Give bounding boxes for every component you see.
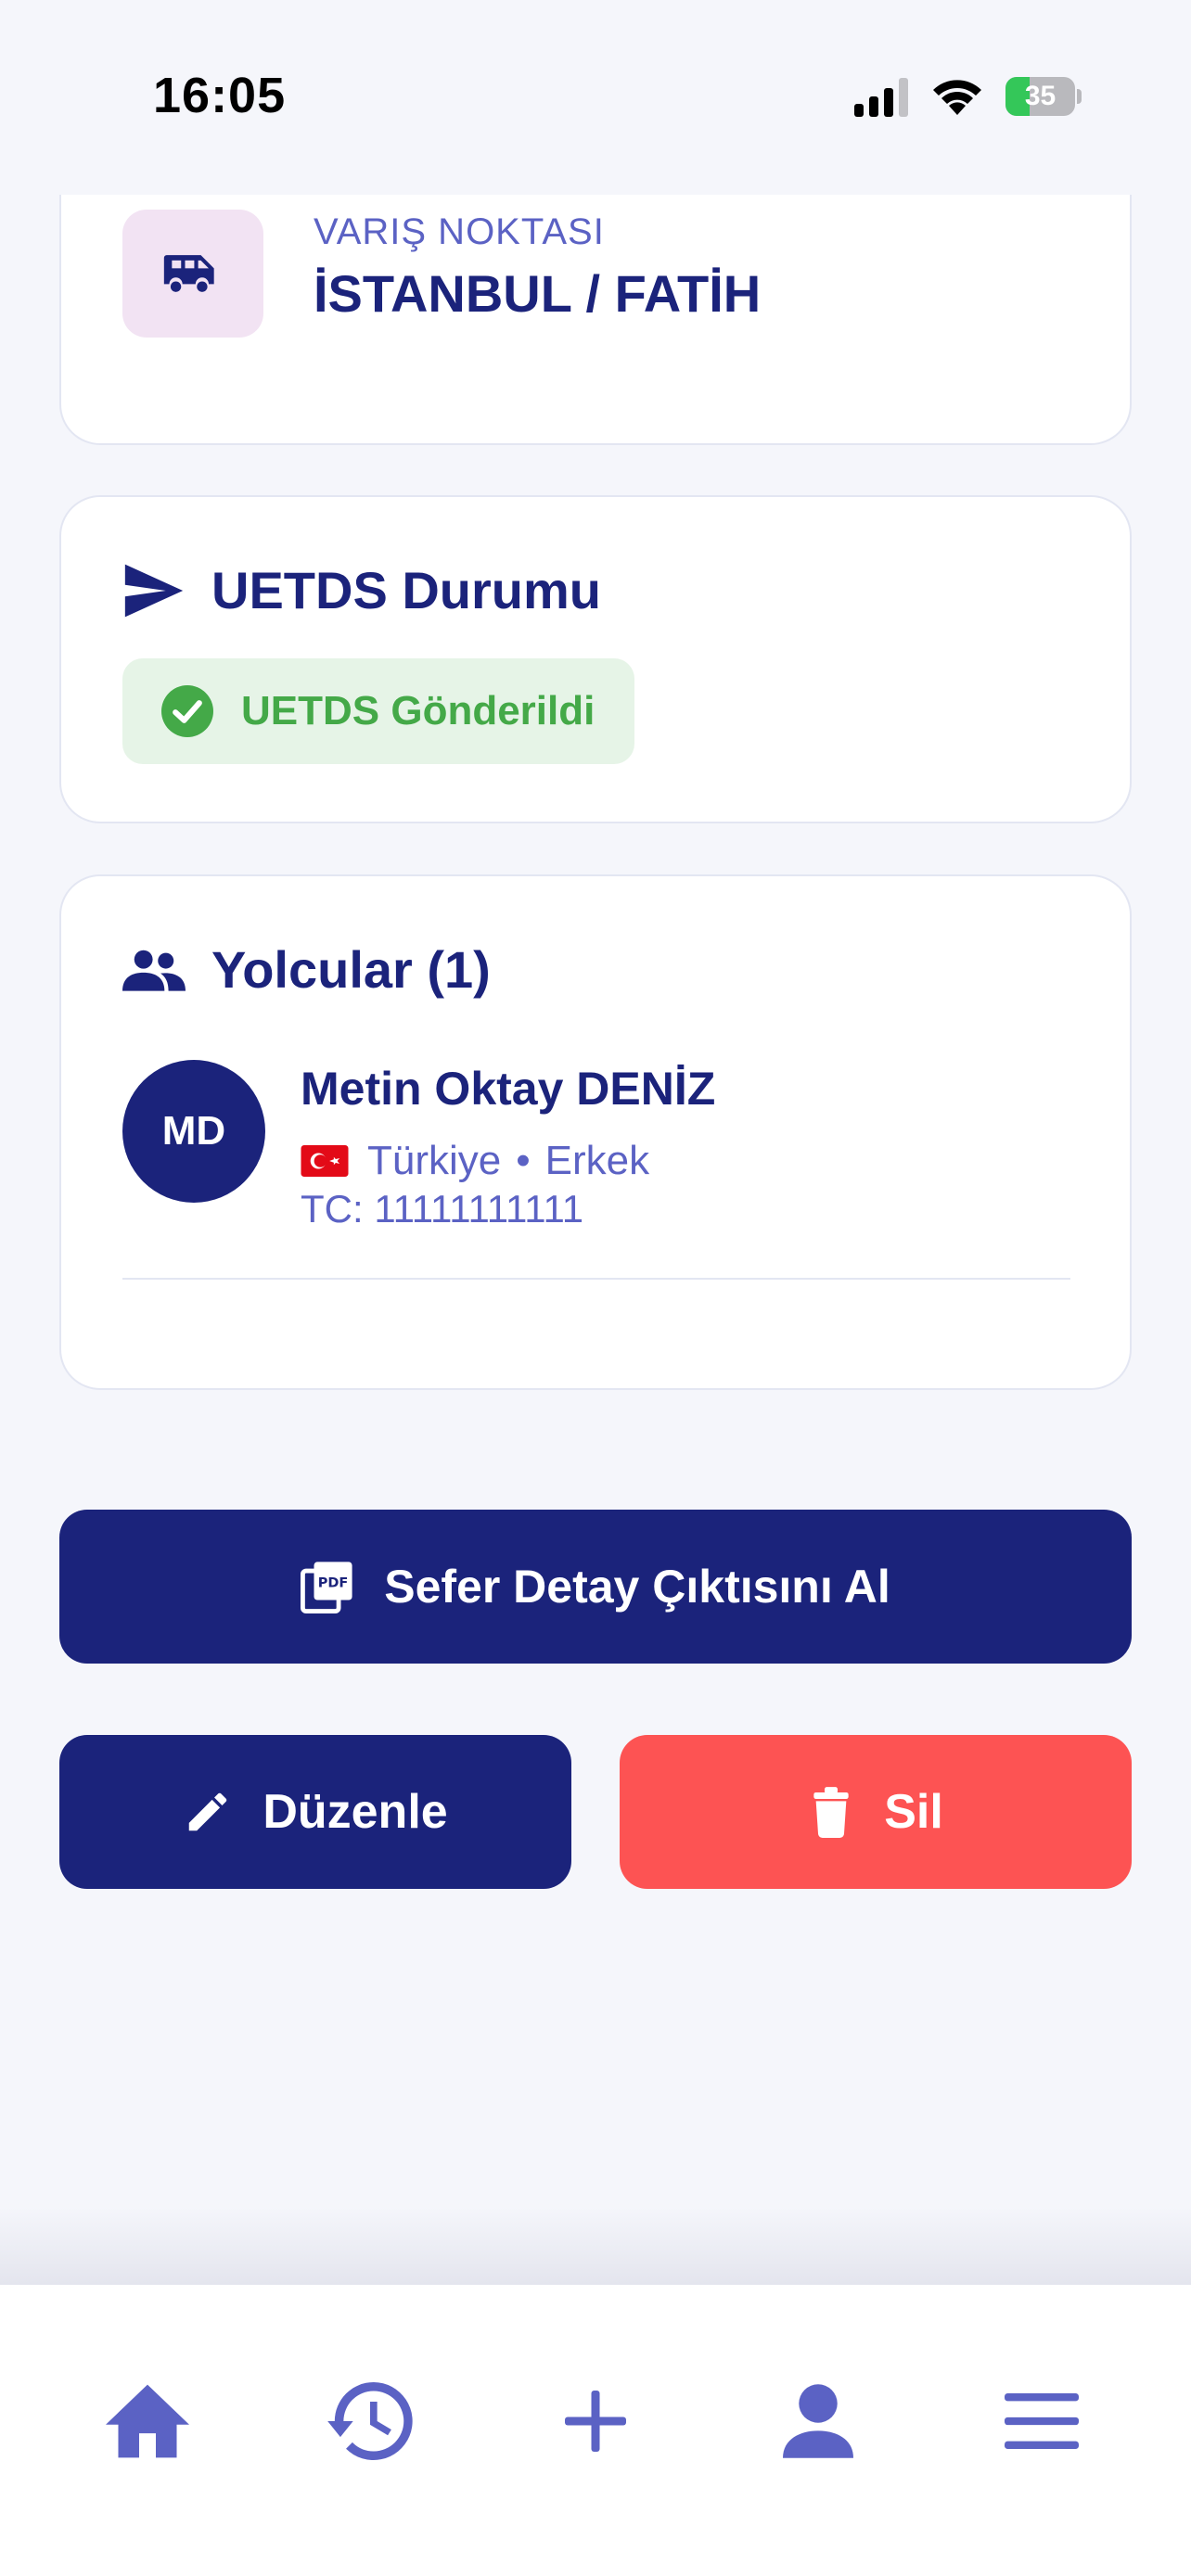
trash-icon <box>813 1787 849 1838</box>
nav-history[interactable] <box>319 2370 421 2472</box>
nav-add[interactable] <box>544 2370 647 2472</box>
uetds-card: UETDS Durumu UETDS Gönderildi <box>59 495 1132 823</box>
nav-shadow <box>0 2207 1191 2285</box>
edit-button[interactable]: Düzenle <box>59 1735 571 1889</box>
destination-value: İSTANBUL / FATİH <box>314 264 762 323</box>
nav-home[interactable] <box>96 2370 198 2472</box>
turkey-flag-icon <box>301 1145 349 1177</box>
pencil-icon <box>189 1792 227 1831</box>
battery-level: 35 <box>1024 81 1057 111</box>
avatar: MD <box>122 1060 265 1203</box>
svg-text:PDF: PDF <box>318 1576 349 1591</box>
status-time: 16:05 <box>153 68 287 123</box>
passenger-country: Türkiye <box>367 1138 502 1183</box>
status-bar: 16:05 35 <box>0 0 1191 195</box>
van-icon <box>163 255 214 292</box>
home-icon <box>106 2384 189 2458</box>
delete-button[interactable]: Sil <box>620 1735 1132 1889</box>
bottom-navigation <box>0 2285 1191 2576</box>
edit-label: Düzenle <box>263 1785 448 1839</box>
passengers-title-row: Yolcular (1) <box>122 939 491 1000</box>
check-circle-icon <box>161 685 213 737</box>
passengers-title: Yolcular (1) <box>211 940 491 999</box>
divider <box>122 1278 1070 1280</box>
profile-icon <box>783 2384 853 2458</box>
passenger-gender: Erkek <box>544 1138 650 1183</box>
passenger-name: Metin Oktay DENİZ <box>301 1063 716 1115</box>
signal-icon <box>854 78 908 117</box>
people-icon <box>122 950 186 991</box>
export-pdf-button[interactable]: PDF Sefer Detay Çıktısını Al <box>59 1510 1132 1664</box>
add-icon <box>565 2391 626 2452</box>
meta-separator: • <box>516 1138 531 1183</box>
passenger-meta: Türkiye • Erkek <box>301 1138 649 1184</box>
wifi-icon <box>933 80 981 115</box>
uetds-status-badge: UETDS Gönderildi <box>122 658 634 764</box>
nav-menu[interactable] <box>991 2370 1093 2472</box>
nav-profile[interactable] <box>767 2370 869 2472</box>
pdf-icon: PDF <box>301 1562 352 1613</box>
send-icon <box>124 564 184 617</box>
destination-label: VARIŞ NOKTASI <box>314 211 605 252</box>
export-pdf-label: Sefer Detay Çıktısını Al <box>384 1561 890 1613</box>
uetds-title-row: UETDS Durumu <box>122 560 601 620</box>
menu-icon <box>1005 2393 1079 2449</box>
destination-icon-box <box>122 210 263 338</box>
passenger-tc: TC: 11111111111 <box>301 1187 584 1231</box>
uetds-status-text: UETDS Gönderildi <box>241 688 596 733</box>
delete-label: Sil <box>884 1785 943 1839</box>
history-icon <box>327 2382 413 2460</box>
uetds-title: UETDS Durumu <box>211 561 601 619</box>
battery-icon: 35 <box>1005 77 1082 116</box>
passengers-card: Yolcular (1) MD Metin Oktay DENİZ Türkiy… <box>59 874 1132 1390</box>
